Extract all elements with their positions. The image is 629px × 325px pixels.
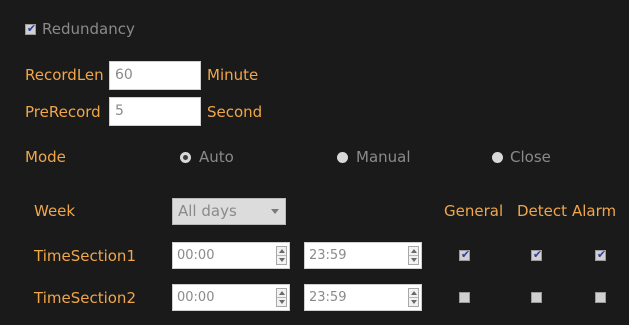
record-len-label: RecordLen: [25, 66, 104, 84]
spinner-icon[interactable]: [276, 246, 287, 265]
time-section-1-label: TimeSection1: [34, 247, 136, 265]
mode-close-label: Close: [510, 148, 551, 166]
pre-record-input[interactable]: 5: [109, 97, 201, 126]
mode-label: Mode: [25, 148, 66, 166]
time-section-2-alarm-checkbox[interactable]: ✔: [595, 292, 606, 303]
check-icon: ✔: [26, 22, 37, 35]
chevron-down-icon: [271, 209, 279, 214]
column-detect: Detect: [517, 202, 568, 220]
time-section-1-general-checkbox[interactable]: ✔: [459, 248, 471, 261]
record-len-unit: Minute: [207, 66, 259, 84]
time-section-2-general-checkbox[interactable]: ✔: [459, 292, 470, 303]
time-section-1-start-value: 00:00: [177, 248, 215, 263]
week-label: Week: [34, 202, 76, 220]
redundancy-checkbox[interactable]: ✔: [25, 22, 37, 35]
spinner-icon[interactable]: [276, 288, 287, 307]
check-icon: ✔: [596, 248, 607, 261]
time-section-1-detect-checkbox[interactable]: ✔: [531, 248, 543, 261]
time-section-1-end[interactable]: 23:59: [304, 242, 422, 269]
time-section-2-start[interactable]: 00:00: [172, 284, 290, 311]
mode-manual-radio[interactable]: [337, 152, 348, 163]
mode-close-radio[interactable]: [492, 152, 503, 163]
pre-record-unit: Second: [207, 103, 263, 121]
time-section-2-end[interactable]: 23:59: [304, 284, 422, 311]
mode-auto-label: Auto: [199, 148, 234, 166]
time-section-2-end-value: 23:59: [309, 290, 347, 305]
mode-manual-label: Manual: [356, 148, 411, 166]
spinner-icon[interactable]: [408, 288, 419, 307]
time-section-2-start-value: 00:00: [177, 290, 215, 305]
redundancy-label: Redundancy: [42, 20, 135, 38]
column-general: General: [444, 202, 504, 220]
week-select[interactable]: All days: [172, 198, 286, 225]
record-len-input[interactable]: 60: [109, 61, 201, 90]
check-icon: ✔: [460, 248, 471, 261]
week-select-value: All days: [178, 202, 237, 220]
mode-auto-radio[interactable]: [180, 152, 191, 163]
check-icon: ✔: [532, 248, 543, 261]
time-section-1-start[interactable]: 00:00: [172, 242, 290, 269]
pre-record-label: PreRecord: [25, 103, 101, 121]
column-alarm: Alarm: [572, 202, 617, 220]
spinner-icon[interactable]: [408, 246, 419, 265]
time-section-2-detect-checkbox[interactable]: ✔: [531, 292, 542, 303]
time-section-1-alarm-checkbox[interactable]: ✔: [595, 248, 607, 261]
time-section-2-label: TimeSection2: [34, 289, 136, 307]
time-section-1-end-value: 23:59: [309, 248, 347, 263]
